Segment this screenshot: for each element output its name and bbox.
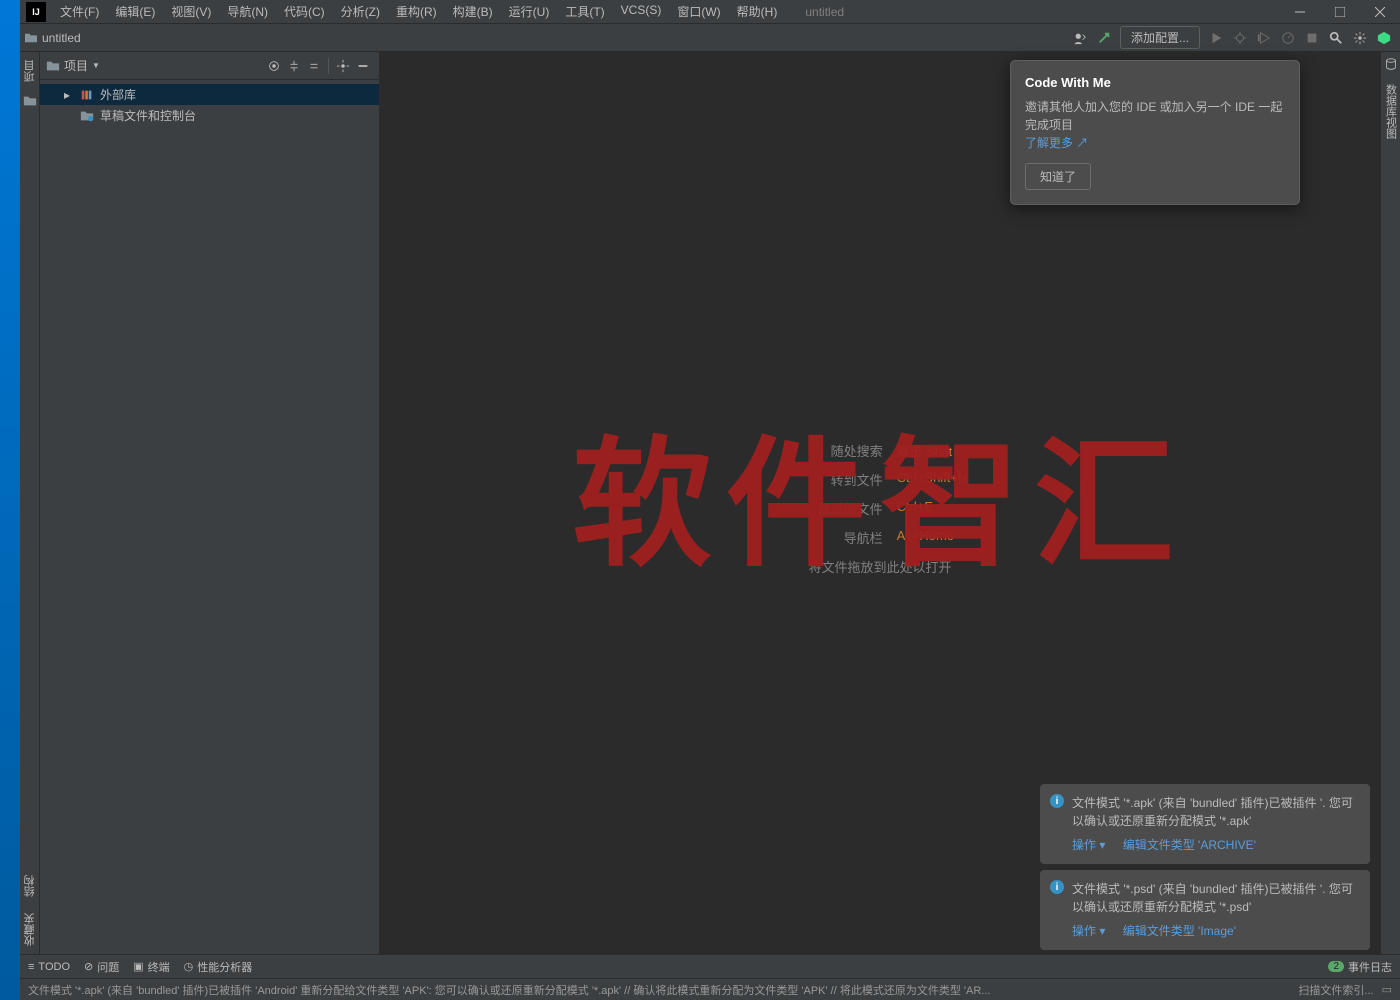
tree-item-label: 外部库 [100, 86, 136, 103]
debug-icon[interactable] [1228, 26, 1252, 50]
project-tree: ▸ 外部库 草稿文件和控制台 [40, 80, 379, 130]
menu-build[interactable]: 构建(B) [445, 3, 501, 20]
breadcrumb[interactable]: untitled [42, 31, 81, 45]
menu-file[interactable]: 文件(F) [52, 3, 107, 20]
menu-analyze[interactable]: 分析(Z) [333, 3, 388, 20]
hint-goto-key: Ctrl+Shift+N [897, 470, 968, 489]
todo-tool-tab[interactable]: ≡ TODO [28, 961, 70, 973]
navigation-bar: untitled 添加配置... [20, 24, 1400, 52]
tree-item-external-libs[interactable]: ▸ 外部库 [40, 84, 379, 105]
menu-navigate[interactable]: 导航(N) [219, 3, 276, 20]
expand-all-icon[interactable] [284, 56, 304, 76]
status-progress-icon[interactable]: ▭ [1382, 983, 1392, 996]
hide-sidebar-icon[interactable] [353, 56, 373, 76]
left-bottom-tabs: 结构 收藏夹 [20, 867, 40, 954]
add-configuration-button[interactable]: 添加配置... [1120, 26, 1200, 49]
project-structure-icon[interactable] [23, 94, 37, 111]
profiler-icon[interactable] [1276, 26, 1300, 50]
library-icon [80, 88, 94, 102]
status-bar: 文件模式 '*.apk' (来自 'bundled' 插件)已被插件 'Andr… [20, 978, 1400, 1000]
project-sidebar: 项目 ▼ ▸ 外部库 草稿文 [40, 52, 380, 954]
menu-window[interactable]: 窗口(W) [669, 3, 728, 20]
menu-tools[interactable]: 工具(T) [557, 3, 612, 20]
notification-edit-link[interactable]: 编辑文件类型 'ARCHIVE' [1123, 838, 1256, 852]
notification-item: i 文件模式 '*.psd' (来自 'bundled' 插件)已被插件 '. … [1040, 870, 1370, 950]
menu-run[interactable]: 运行(U) [501, 3, 558, 20]
notification-text: 文件模式 '*.apk' (来自 'bundled' 插件)已被插件 '. 您可… [1072, 794, 1360, 830]
notification-action[interactable]: 操作 ▾ [1072, 838, 1105, 852]
status-message: 文件模式 '*.apk' (来自 'bundled' 插件)已被插件 'Andr… [28, 982, 990, 998]
stop-icon[interactable] [1300, 26, 1324, 50]
notification-action[interactable]: 操作 ▾ [1072, 924, 1105, 938]
sidebar-title: 项目 [64, 57, 88, 74]
hint-drop: 将文件拖放到此处以打开 [793, 557, 968, 576]
hint-search-key: 双击 Shift [897, 441, 953, 460]
menu-code[interactable]: 代码(C) [276, 3, 333, 20]
database-tool-tab[interactable]: 数据库视图 [1381, 76, 1400, 147]
tree-item-scratches[interactable]: 草稿文件和控制台 [40, 105, 379, 126]
hint-recent-key: Ctrl+E [897, 499, 933, 518]
hint-recent-label: 最近的文件 [793, 499, 883, 518]
notification-edit-link[interactable]: 编辑文件类型 'Image' [1123, 924, 1236, 938]
popup-learn-more-link[interactable]: 了解更多 ↗ [1025, 136, 1088, 150]
popup-title: Code With Me [1025, 75, 1285, 90]
chevron-down-icon[interactable]: ▼ [92, 61, 100, 70]
notifications: i 文件模式 '*.apk' (来自 'bundled' 插件)已被插件 '. … [1040, 778, 1370, 950]
scratches-icon [80, 109, 94, 123]
chevron-right-icon: ▸ [64, 88, 74, 102]
hint-navbar-key: Alt+Home [897, 528, 954, 547]
info-icon: i [1050, 880, 1064, 894]
notification-text: 文件模式 '*.psd' (来自 'bundled' 插件)已被插件 '. 您可… [1072, 880, 1360, 916]
folder-icon [24, 32, 38, 44]
search-icon[interactable] [1324, 26, 1348, 50]
hint-goto-label: 转到文件 [793, 470, 883, 489]
status-indexing: 扫描文件索引... [1298, 982, 1373, 998]
settings-icon[interactable] [1348, 26, 1372, 50]
sidebar-settings-icon[interactable] [333, 56, 353, 76]
menu-vcs[interactable]: VCS(S) [613, 3, 670, 20]
collapse-all-icon[interactable] [304, 56, 324, 76]
select-opened-file-icon[interactable] [264, 56, 284, 76]
ide-logo-icon[interactable] [1372, 26, 1396, 50]
structure-tool-tab[interactable]: 结构 [20, 867, 40, 905]
terminal-tool-tab[interactable]: ▣ 终端 [133, 959, 169, 975]
left-gutter: 项目 [20, 52, 40, 954]
menu-help[interactable]: 帮助(H) [729, 3, 786, 20]
favorites-tool-tab[interactable]: 收藏夹 [20, 905, 40, 954]
project-tool-tab[interactable]: 项目 [20, 52, 40, 90]
event-log-tab[interactable]: 2 事件日志 [1328, 959, 1392, 975]
window-minimize[interactable] [1280, 0, 1320, 24]
database-icon[interactable] [1379, 52, 1400, 76]
right-gutter: 数据库视图 [1380, 52, 1400, 954]
popup-ok-button[interactable]: 知道了 [1025, 163, 1091, 190]
menu-edit[interactable]: 编辑(E) [107, 3, 163, 20]
event-count-badge: 2 [1328, 961, 1344, 972]
coverage-icon[interactable] [1252, 26, 1276, 50]
menu-view[interactable]: 视图(V) [163, 3, 219, 20]
window-maximize[interactable] [1320, 0, 1360, 24]
tool-window-bar: ≡ TODO ⊘ 问题 ▣ 终端 ◷ 性能分析器 2 事件日志 [20, 954, 1400, 978]
run-icon[interactable] [1204, 26, 1228, 50]
ide-window: IJ 文件(F) 编辑(E) 视图(V) 导航(N) 代码(C) 分析(Z) 重… [20, 0, 1400, 1000]
window-title: untitled [785, 5, 1280, 19]
titlebar: IJ 文件(F) 编辑(E) 视图(V) 导航(N) 代码(C) 分析(Z) 重… [20, 0, 1400, 24]
notification-item: i 文件模式 '*.apk' (来自 'bundled' 插件)已被插件 '. … [1040, 784, 1370, 864]
code-with-me-icon[interactable] [1068, 26, 1092, 50]
editor-hints: 随处搜索双击 Shift 转到文件 Ctrl+Shift+N 最近的文件 Ctrl+… [793, 431, 968, 576]
profiler-tool-tab[interactable]: ◷ 性能分析器 [184, 959, 253, 975]
desktop-background [0, 0, 20, 1000]
project-icon [46, 59, 60, 73]
window-close[interactable] [1360, 0, 1400, 24]
hint-navbar-label: 导航栏 [793, 528, 883, 547]
tree-item-label: 草稿文件和控制台 [100, 107, 196, 124]
code-with-me-popup: Code With Me 邀请其他人加入您的 IDE 或加入另一个 IDE 一起… [1010, 60, 1300, 205]
main-menu: 文件(F) 编辑(E) 视图(V) 导航(N) 代码(C) 分析(Z) 重构(R… [52, 3, 785, 20]
hint-search-label: 随处搜索 [793, 441, 883, 460]
problems-tool-tab[interactable]: ⊘ 问题 [84, 959, 119, 975]
popup-body: 邀请其他人加入您的 IDE 或加入另一个 IDE 一起完成项目 [1025, 98, 1285, 134]
app-icon: IJ [26, 2, 46, 22]
info-icon: i [1050, 794, 1064, 808]
menu-refactor[interactable]: 重构(R) [388, 3, 445, 20]
build-icon[interactable] [1092, 26, 1116, 50]
